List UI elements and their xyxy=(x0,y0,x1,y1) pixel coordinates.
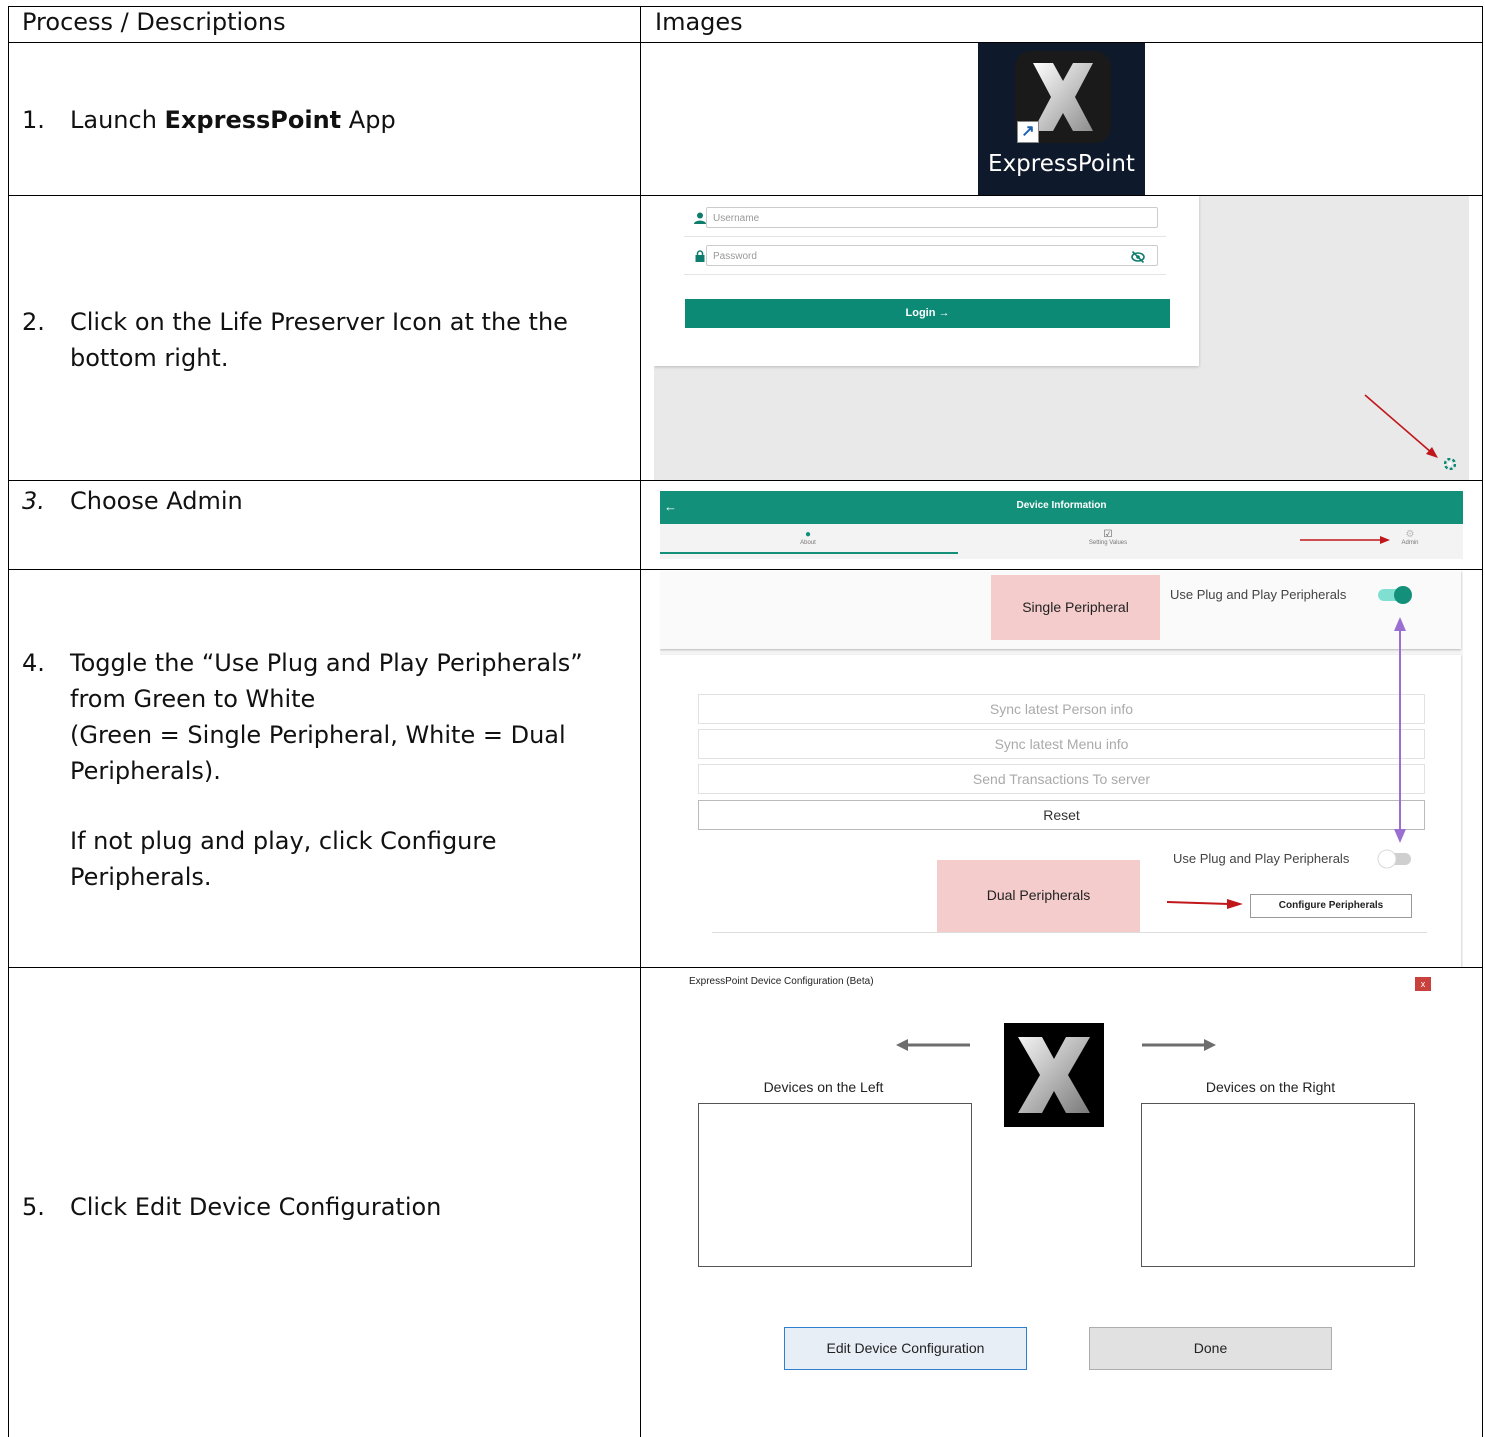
person-icon xyxy=(694,212,706,224)
step-number: 5. xyxy=(22,1193,45,1221)
step-text: Peripherals). xyxy=(70,757,221,785)
step-text: from Green to White xyxy=(70,685,316,713)
tab-label: Setting Values xyxy=(1088,540,1128,546)
step-text: Peripherals. xyxy=(70,863,212,891)
row-divider xyxy=(8,967,1483,968)
devices-left-label: Devices on the Left xyxy=(763,1079,884,1095)
life-preserver-icon[interactable] xyxy=(1443,457,1457,471)
step-number: 1. xyxy=(22,106,45,134)
tab-about[interactable]: ● About xyxy=(748,529,868,546)
app-name-bold: ExpressPoint xyxy=(164,106,342,134)
step-4-text: 4. Toggle the “Use Plug and Play Peripher… xyxy=(22,645,583,895)
close-icon[interactable]: x xyxy=(1415,977,1431,991)
checkbox-icon: ☑ xyxy=(1103,529,1113,540)
pnp-toggle-label: Use Plug and Play Peripherals xyxy=(1173,851,1350,866)
row-divider xyxy=(8,42,1483,43)
header-images: Images xyxy=(655,8,743,36)
step-3-text: 3. Choose Admin xyxy=(22,483,243,519)
sync-menu-button[interactable]: Sync latest Menu info xyxy=(698,729,1425,759)
table-column-divider xyxy=(640,6,641,1437)
device-configuration-window: ExpressPoint Device Configuration (Beta)… xyxy=(660,970,1448,1437)
device-information-screen: ← Device Information ● About ☑ Setting V… xyxy=(660,491,1463,559)
step-5-text: 5. Click Edit Device Configuration xyxy=(22,1189,441,1225)
step-text: Toggle the “Use Plug and Play Peripheral… xyxy=(70,649,583,677)
process-table: Process / Descriptions Images 1. Launch E… xyxy=(0,0,1485,1437)
step-2-text: 2. Click on the Life Preserver Icon at th… xyxy=(22,304,568,376)
peripheral-settings-screen: Single Peripheral Use Plug and Play Peri… xyxy=(660,571,1463,967)
step-text: Launch xyxy=(70,106,165,134)
username-input[interactable]: Username xyxy=(706,207,1158,228)
shortcut-arrow-icon: ↗ xyxy=(1017,121,1039,143)
tab-label: Admin xyxy=(1401,540,1419,546)
field-underline xyxy=(684,236,1166,237)
purple-double-arrow xyxy=(1394,617,1406,843)
login-card: Username Password Login → xyxy=(654,196,1199,366)
step-1-text: 1. Launch ExpressPoint App xyxy=(22,102,396,138)
single-peripheral-card: Single Peripheral Use Plug and Play Peri… xyxy=(660,571,1461,649)
expresspoint-app-shortcut: ↗ ExpressPoint xyxy=(978,43,1145,195)
pnp-toggle-on[interactable] xyxy=(1376,585,1414,605)
red-pointer-arrow xyxy=(1166,899,1243,909)
table-border-left xyxy=(8,6,9,1437)
info-icon: ● xyxy=(804,529,812,540)
tab-label: About xyxy=(800,540,816,546)
step-text: bottom right. xyxy=(70,344,229,372)
step-number: 4. xyxy=(22,649,45,677)
step-text: App xyxy=(341,106,396,134)
tab-setting-values[interactable]: ☑ Setting Values xyxy=(1048,529,1168,546)
devices-right-label: Devices on the Right xyxy=(1205,1079,1336,1095)
devices-left-list[interactable] xyxy=(698,1103,972,1267)
expresspoint-x-logo-icon xyxy=(1004,1023,1104,1127)
reset-button[interactable]: Reset xyxy=(698,800,1425,830)
header-process: Process / Descriptions xyxy=(22,8,286,36)
step-text: If not plug and play, click Configure xyxy=(70,827,497,855)
single-peripheral-highlight: Single Peripheral xyxy=(991,575,1160,640)
window-title: ExpressPoint Device Configuration (Beta) xyxy=(689,976,874,987)
step-text: Click Edit Device Configuration xyxy=(70,1193,442,1221)
divider xyxy=(712,932,1427,933)
done-button[interactable]: Done xyxy=(1089,1327,1332,1370)
step-text: Click on the Life Preserver Icon at the … xyxy=(70,308,568,336)
pnp-toggle-label: Use Plug and Play Peripherals xyxy=(1170,587,1347,602)
row-divider xyxy=(8,569,1483,570)
active-tab-indicator xyxy=(660,552,958,554)
field-underline xyxy=(684,274,1166,275)
step-text: Choose Admin xyxy=(70,487,243,515)
app-label: ExpressPoint xyxy=(988,151,1135,177)
step-number: 2. xyxy=(22,308,45,336)
password-input[interactable]: Password xyxy=(706,245,1158,266)
arrow-right-icon xyxy=(1142,1039,1216,1051)
page-title: Device Information xyxy=(1016,500,1107,511)
step-number: 3. xyxy=(22,487,45,515)
pnp-toggle-off[interactable] xyxy=(1377,849,1415,869)
login-screen: Username Password Login → xyxy=(654,196,1469,480)
table-border-right xyxy=(1482,6,1483,1437)
sync-person-button[interactable]: Sync latest Person info xyxy=(698,694,1425,724)
red-pointer-arrow xyxy=(1300,536,1390,544)
app-bar: ← Device Information xyxy=(660,491,1463,524)
arrow-left-icon xyxy=(896,1039,970,1051)
lock-icon xyxy=(694,250,706,262)
devices-right-list[interactable] xyxy=(1141,1103,1415,1267)
login-button[interactable]: Login → xyxy=(685,299,1170,328)
red-pointer-arrow xyxy=(1364,394,1438,458)
configure-peripherals-button[interactable]: Configure Peripherals xyxy=(1250,894,1412,918)
step-text: (Green = Single Peripheral, White = Dual xyxy=(70,721,566,749)
row-divider xyxy=(8,480,1483,481)
eye-slash-icon[interactable] xyxy=(1131,250,1145,264)
dual-peripherals-highlight: Dual Peripherals xyxy=(937,860,1140,932)
table-border-top xyxy=(8,6,1483,7)
send-transactions-button[interactable]: Send Transactions To server xyxy=(698,764,1425,794)
edit-device-configuration-button[interactable]: Edit Device Configuration xyxy=(784,1327,1027,1370)
